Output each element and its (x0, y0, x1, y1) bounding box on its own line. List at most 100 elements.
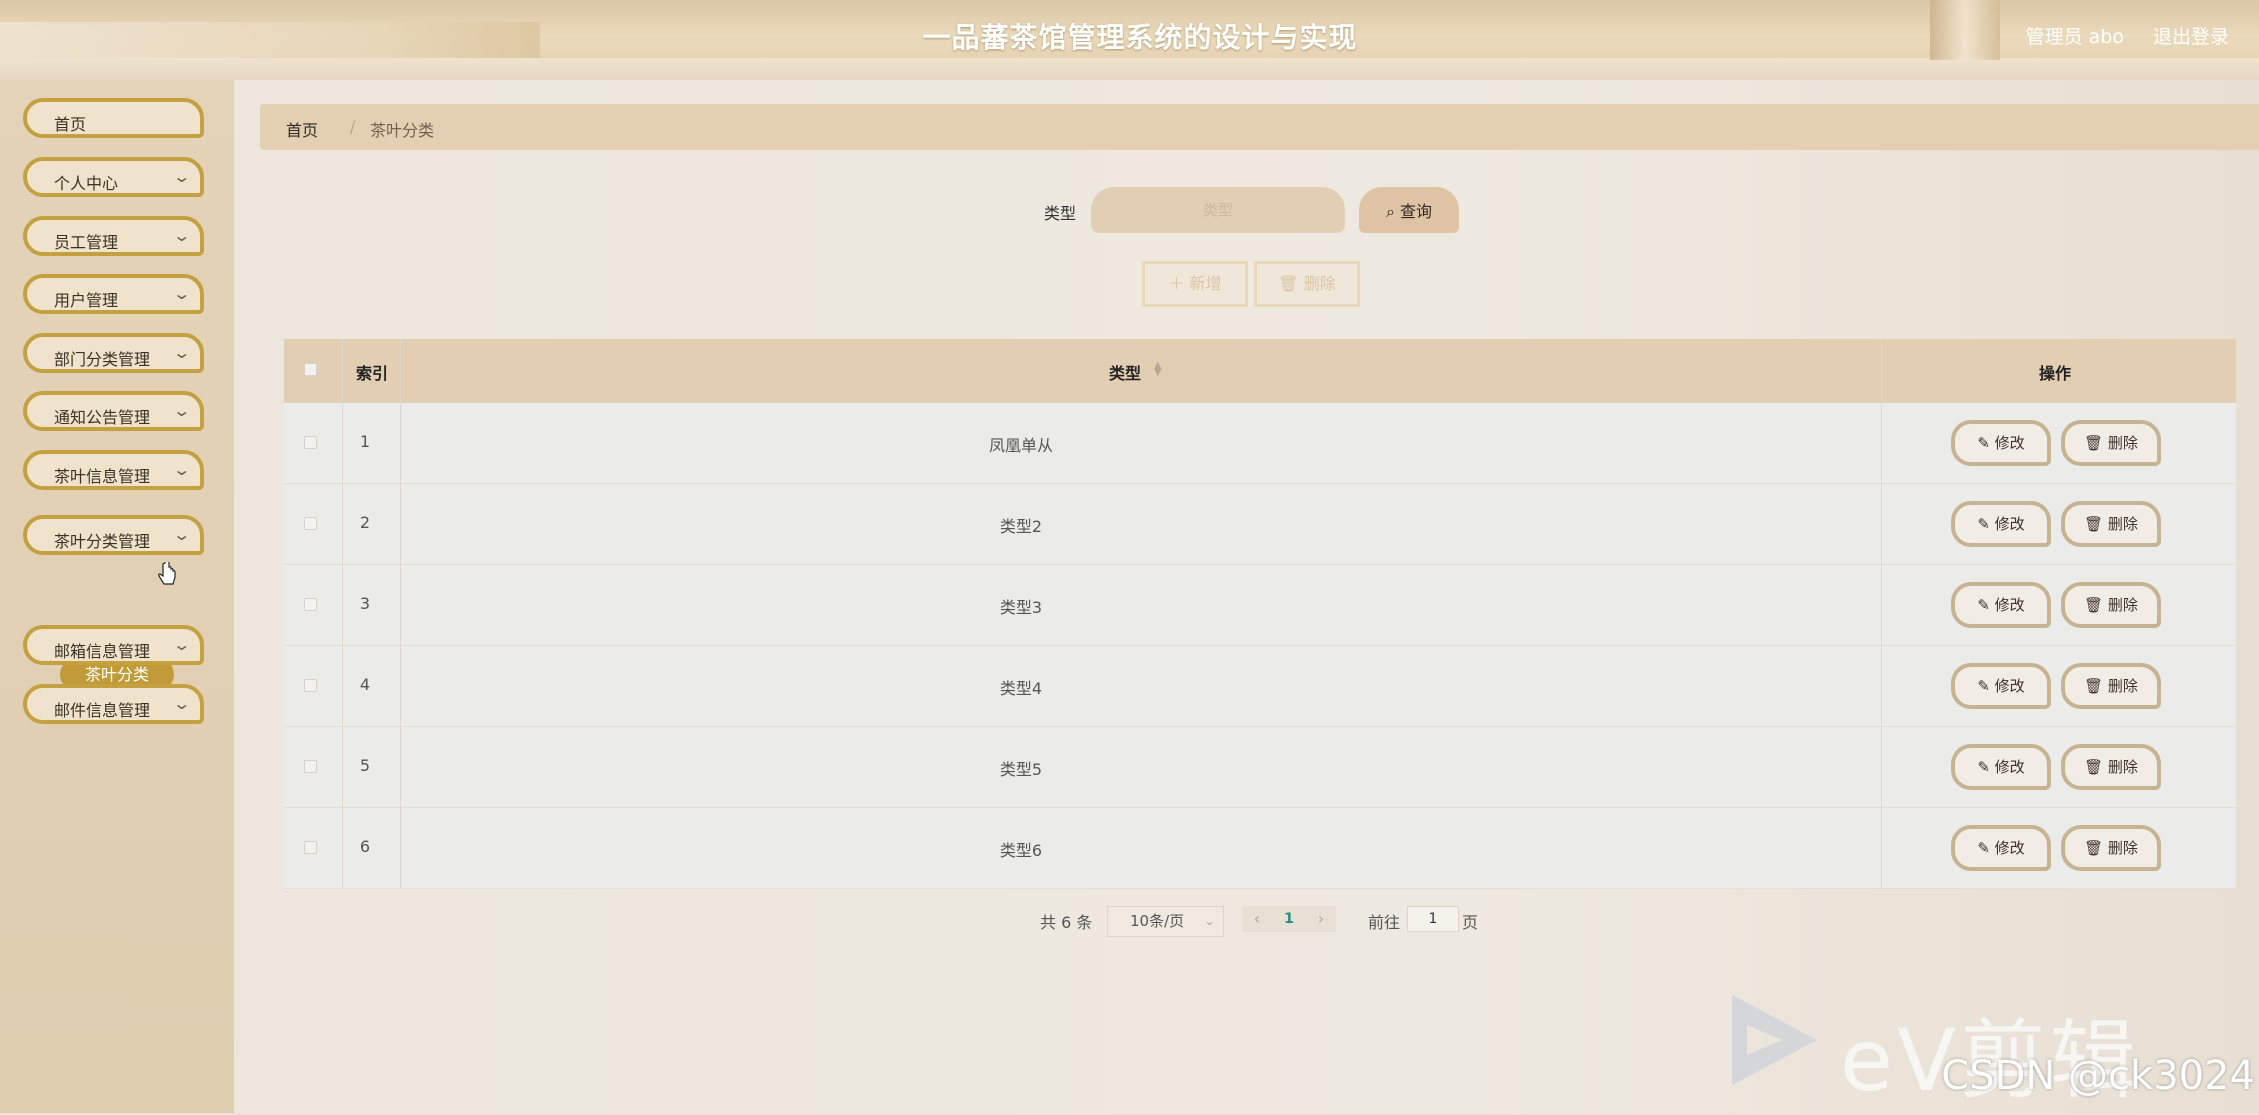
delete-label: 删除 (2107, 839, 2138, 857)
edit-label: 修改 (1994, 434, 2025, 452)
app-title: 一品蕃茶馆管理系统的设计与实现 (922, 21, 1358, 54)
row-index: 1 (359, 432, 371, 451)
row-index: 2 (359, 513, 371, 532)
table-row: 2 类型2 ✎ 修改 🗑 删除 (284, 484, 2236, 565)
sidebar-item-personal-center[interactable]: 个人中心 ⌄ (23, 157, 204, 197)
trash-icon: 🗑 (2084, 434, 2104, 452)
row-checkbox[interactable] (304, 517, 317, 530)
select-all-checkbox[interactable] (304, 363, 317, 376)
edit-button[interactable]: ✎ 修改 (1951, 420, 2051, 466)
row-type: 类型6 (999, 841, 1043, 860)
sidebar-item-label: 员工管理 (54, 233, 119, 252)
edit-button[interactable]: ✎ 修改 (1951, 582, 2051, 628)
csdn-watermark: CSDN @ck3024 (1941, 1053, 2255, 1099)
search-button[interactable]: ⌕ 查询 (1359, 187, 1459, 233)
edit-button[interactable]: ✎ 修改 (1951, 501, 2051, 547)
breadcrumb-home[interactable]: 首页 (286, 117, 318, 141)
ev-play-logo-icon (1732, 995, 1817, 1085)
next-page-button[interactable]: › (1306, 906, 1336, 932)
delete-label: 删除 (2107, 434, 2138, 452)
row-checkbox[interactable] (304, 760, 317, 773)
batch-delete-label: 删除 (1303, 274, 1336, 293)
row-index: 5 (359, 756, 371, 775)
row-checkbox[interactable] (304, 598, 317, 611)
page-number-current[interactable]: 1 (1272, 906, 1306, 932)
sidebar-item-mailbox-info-mgmt[interactable]: 邮箱信息管理 ⌄ (23, 625, 204, 665)
page-size-select[interactable]: 10条/页 ⌄ (1107, 906, 1224, 937)
delete-button[interactable]: 🗑 删除 (2061, 420, 2161, 466)
delete-label: 删除 (2107, 515, 2138, 533)
sidebar-item-label: 部门分类管理 (54, 350, 151, 369)
table-row: 1 凤凰单从 ✎ 修改 🗑 删除 (284, 403, 2236, 484)
edit-button[interactable]: ✎ 修改 (1951, 825, 2051, 871)
edit-icon: ✎ (1977, 515, 1990, 533)
trash-icon: 🗑 (2084, 515, 2104, 533)
row-checkbox[interactable] (304, 679, 317, 692)
delete-button[interactable]: 🗑 删除 (2061, 825, 2161, 871)
edit-label: 修改 (1994, 515, 2025, 533)
breadcrumb: 首页 / 茶叶分类 (260, 104, 2259, 150)
sidebar-item-label: 通知公告管理 (54, 408, 151, 427)
delete-label: 删除 (2107, 758, 2138, 776)
goto-label: 前往 (1368, 913, 1401, 932)
add-button[interactable]: ＋ 新增 (1142, 261, 1248, 307)
search-type-label: 类型 (1044, 204, 1077, 223)
current-user: 管理员 abo (2025, 26, 2124, 48)
sidebar-item-department-category-mgmt[interactable]: 部门分类管理 ⌄ (23, 333, 204, 373)
sidebar-item-user-mgmt[interactable]: 用户管理 ⌄ (23, 274, 204, 314)
search-type-input[interactable] (1091, 187, 1345, 233)
edit-icon: ✎ (1977, 839, 1990, 857)
sidebar: 首页 个人中心 ⌄ 员工管理 ⌄ 用户管理 ⌄ 部门分类管理 ⌄ 通知公告管理 … (0, 80, 234, 1113)
chevron-down-icon: ⌄ (171, 226, 191, 245)
breadcrumb-separator: / (350, 117, 356, 136)
column-header-index: 索引 (356, 364, 389, 383)
logout-link[interactable]: 退出登录 (2153, 22, 2229, 49)
sidebar-item-mail-info-mgmt[interactable]: 邮件信息管理 ⌄ (23, 684, 204, 724)
delete-button[interactable]: 🗑 删除 (2061, 501, 2161, 547)
table-row: 4 类型4 ✎ 修改 🗑 删除 (284, 646, 2236, 727)
delete-button[interactable]: 🗑 删除 (2061, 744, 2161, 790)
sort-icon[interactable]: ▲ ▼ (1154, 361, 1162, 378)
batch-delete-button[interactable]: 🗑 删除 (1254, 261, 1360, 307)
page-size-value: 10条/页 (1130, 912, 1185, 930)
row-index: 6 (359, 837, 371, 856)
delete-label: 删除 (2107, 596, 2138, 614)
chevron-down-icon: ⌄ (171, 635, 191, 654)
sidebar-item-notice-mgmt[interactable]: 通知公告管理 ⌄ (23, 391, 204, 431)
tea-category-table: 索引 类型 ▲ ▼ 操作 1 凤凰单从 ✎ 修改 🗑 删除 2 类型2 ✎ 修改 … (284, 339, 2236, 889)
edit-button[interactable]: ✎ 修改 (1951, 744, 2051, 790)
row-type: 类型2 (999, 517, 1043, 536)
prev-page-button[interactable]: ‹ (1242, 906, 1272, 932)
sidebar-item-label: 邮箱信息管理 (54, 642, 151, 661)
sidebar-item-tea-info-mgmt[interactable]: 茶叶信息管理 ⌄ (23, 450, 204, 490)
sidebar-item-home[interactable]: 首页 (23, 98, 204, 138)
main-content: 首页 / 茶叶分类 类型 ⌕ 查询 ＋ 新增 🗑 删除 索引 类型 ▲▼ 操作 … (234, 80, 2259, 1113)
goto-page-input[interactable] (1407, 906, 1459, 932)
column-header-type[interactable]: 类型 (1109, 360, 1141, 384)
row-checkbox[interactable] (304, 841, 317, 854)
sidebar-item-label: 茶叶信息管理 (54, 467, 151, 486)
sidebar-item-label: 邮件信息管理 (54, 701, 151, 720)
edit-icon: ✎ (1977, 677, 1990, 695)
chevron-down-icon: ⌄ (171, 525, 191, 544)
delete-button[interactable]: 🗑 删除 (2061, 582, 2161, 628)
header-decoration-lower (0, 58, 2259, 80)
trash-icon: 🗑 (2084, 596, 2104, 614)
edit-button[interactable]: ✎ 修改 (1951, 663, 2051, 709)
sidebar-item-tea-category-mgmt[interactable]: 茶叶分类管理 ⌄ (23, 515, 204, 555)
sidebar-item-label: 首页 (54, 115, 87, 134)
row-index: 3 (359, 594, 371, 613)
sidebar-item-employee-mgmt[interactable]: 员工管理 ⌄ (23, 216, 204, 256)
delete-button[interactable]: 🗑 删除 (2061, 663, 2161, 709)
row-checkbox[interactable] (304, 436, 317, 449)
row-type: 类型3 (999, 598, 1043, 617)
sidebar-item-label: 用户管理 (54, 291, 119, 310)
chevron-down-icon: ⌄ (171, 401, 191, 420)
page-suffix-label: 页 (1462, 913, 1479, 932)
column-header-actions: 操作 (2039, 364, 2072, 383)
column-divider (1881, 339, 1882, 889)
table-row: 3 类型3 ✎ 修改 🗑 删除 (284, 565, 2236, 646)
edit-label: 修改 (1994, 758, 2025, 776)
edit-label: 修改 (1994, 596, 2025, 614)
edit-icon: ✎ (1977, 596, 1990, 614)
